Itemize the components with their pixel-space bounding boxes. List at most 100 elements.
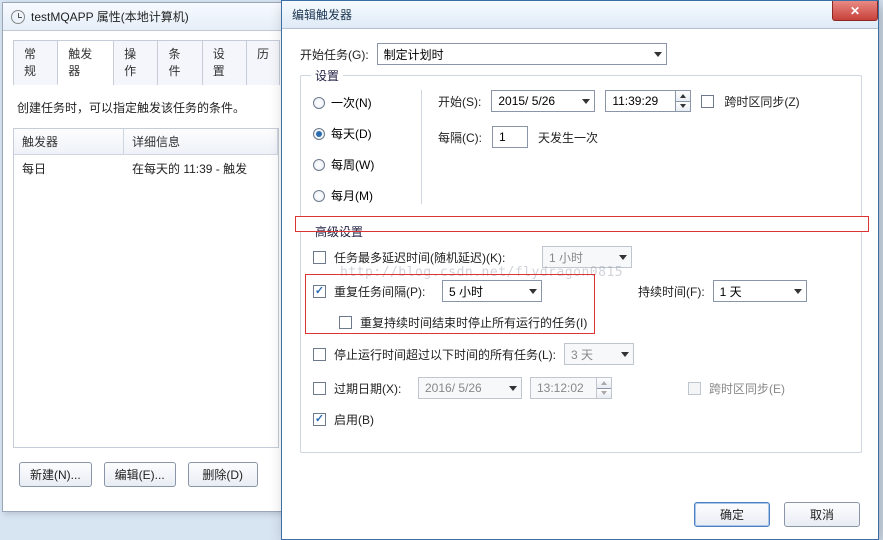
properties-title: testMQAPP 属性(本地计算机) xyxy=(31,8,189,25)
task-scheduler-icon xyxy=(11,10,25,24)
stop-longer-label: 停止运行时间超过以下时间的所有任务(L): xyxy=(334,346,556,363)
tab-history[interactable]: 历 xyxy=(246,40,280,85)
triggers-hint: 创建任务时，可以指定触发该任务的条件。 xyxy=(17,99,275,116)
settings-group-title: 设置 xyxy=(311,67,343,84)
spin-down[interactable] xyxy=(676,102,690,112)
col-trigger[interactable]: 触发器 xyxy=(14,129,124,154)
expire-checkbox[interactable] xyxy=(313,382,326,395)
triggers-list[interactable]: 触发器 详细信息 每日 在每天的 11:39 - 触发 xyxy=(13,128,279,448)
col-details[interactable]: 详细信息 xyxy=(124,129,278,154)
edit-trigger-titlebar[interactable]: 编辑触发器 ✕ xyxy=(282,1,878,29)
repeat-value: 5 小时 xyxy=(449,283,483,300)
chevron-down-icon xyxy=(601,391,607,395)
edit-trigger-title: 编辑触发器 xyxy=(292,6,352,23)
enabled-label: 启用(B) xyxy=(334,411,374,428)
table-row[interactable]: 每日 在每天的 11:39 - 触发 xyxy=(14,155,278,182)
edit-button[interactable]: 编辑(E)... xyxy=(104,462,176,487)
start-date-value: 2015/ 5/26 xyxy=(498,94,555,108)
repeat-label: 重复任务间隔(P): xyxy=(334,283,434,300)
properties-window: testMQAPP 属性(本地计算机) 常规 触发器 操作 条件 设置 历 创建… xyxy=(2,2,290,512)
expire-time-value: 13:12:02 xyxy=(530,377,596,399)
chevron-down-icon xyxy=(794,289,802,294)
stop-at-end-checkbox[interactable] xyxy=(339,316,352,329)
chevron-down-icon xyxy=(654,52,662,57)
radio-icon xyxy=(313,97,325,109)
cell-details: 在每天的 11:39 - 触发 xyxy=(124,160,278,177)
start-date-picker[interactable]: 2015/ 5/26 xyxy=(491,90,595,112)
new-button[interactable]: 新建(N)... xyxy=(19,462,92,487)
close-button[interactable]: ✕ xyxy=(832,1,878,21)
start-time-spinner[interactable]: 11:39:29 xyxy=(605,90,691,112)
radio-icon xyxy=(313,128,325,140)
rand-delay-checkbox[interactable] xyxy=(313,251,326,264)
every-suffix: 天发生一次 xyxy=(538,129,598,146)
chevron-down-icon xyxy=(529,289,537,294)
rand-delay-value: 1 小时 xyxy=(549,249,583,266)
chevron-down-icon xyxy=(582,99,590,104)
duration-value: 1 天 xyxy=(720,283,742,300)
expire-time-spinner: 13:12:02 xyxy=(530,377,612,399)
begin-task-dropdown[interactable]: 制定计划时 xyxy=(377,43,667,65)
duration-dropdown[interactable]: 1 天 xyxy=(713,280,807,302)
expire-date-picker: 2016/ 5/26 xyxy=(418,377,522,399)
close-icon: ✕ xyxy=(850,4,860,18)
tab-settings[interactable]: 设置 xyxy=(202,40,247,85)
tab-conditions[interactable]: 条件 xyxy=(157,40,202,85)
tab-general[interactable]: 常规 xyxy=(13,40,58,85)
delete-button[interactable]: 删除(D) xyxy=(188,462,258,487)
sync-tz-label: 跨时区同步(Z) xyxy=(724,93,799,110)
radio-monthly[interactable]: 每月(M) xyxy=(313,187,403,204)
spinner-buttons[interactable] xyxy=(675,90,691,112)
chevron-down-icon xyxy=(680,104,686,108)
ok-button[interactable]: 确定 xyxy=(694,502,770,527)
begin-task-value: 制定计划时 xyxy=(384,46,444,63)
expire-date-value: 2016/ 5/26 xyxy=(425,381,482,395)
settings-group: 设置 一次(N) 每天(D) 每周(W) xyxy=(300,75,862,217)
chevron-up-icon xyxy=(680,94,686,98)
radio-daily-label: 每天(D) xyxy=(331,125,372,142)
spinner-buttons xyxy=(596,377,612,399)
radio-weekly-label: 每周(W) xyxy=(331,156,374,173)
advanced-group: 高级设置 任务最多延迟时间(随机延迟)(K): 1 小时 重复任务间隔(P): … xyxy=(300,231,862,453)
enabled-checkbox[interactable] xyxy=(313,413,326,426)
cell-trigger: 每日 xyxy=(14,160,124,177)
edit-trigger-window: 编辑触发器 ✕ 开始任务(G): 制定计划时 设置 一次(N) xyxy=(281,0,879,540)
advanced-group-title: 高级设置 xyxy=(311,223,367,240)
list-header: 触发器 详细信息 xyxy=(14,129,278,155)
stop-longer-dropdown: 3 天 xyxy=(564,343,634,365)
rand-delay-dropdown: 1 小时 xyxy=(542,246,632,268)
sync-tz-checkbox[interactable] xyxy=(701,95,714,108)
expire-sync-label: 跨时区同步(E) xyxy=(709,380,785,397)
stop-longer-value: 3 天 xyxy=(571,346,593,363)
tab-actions[interactable]: 操作 xyxy=(113,40,158,85)
repeat-checkbox[interactable] xyxy=(313,285,326,298)
chevron-down-icon xyxy=(621,352,629,357)
start-time-value: 11:39:29 xyxy=(605,90,675,112)
begin-task-label: 开始任务(G): xyxy=(300,46,369,63)
radio-monthly-label: 每月(M) xyxy=(331,187,373,204)
cancel-button[interactable]: 取消 xyxy=(784,502,860,527)
chevron-down-icon xyxy=(619,255,627,260)
properties-titlebar[interactable]: testMQAPP 属性(本地计算机) xyxy=(3,3,289,31)
radio-once-label: 一次(N) xyxy=(331,94,372,111)
radio-once[interactable]: 一次(N) xyxy=(313,94,403,111)
expire-sync-checkbox xyxy=(688,382,701,395)
tab-triggers[interactable]: 触发器 xyxy=(57,40,114,85)
every-label: 每隔(C): xyxy=(438,129,482,146)
start-label: 开始(S): xyxy=(438,93,481,110)
spin-up[interactable] xyxy=(676,91,690,102)
duration-label: 持续时间(F): xyxy=(638,283,705,300)
chevron-up-icon xyxy=(601,381,607,385)
expire-label: 过期日期(X): xyxy=(334,380,410,397)
radio-weekly[interactable]: 每周(W) xyxy=(313,156,403,173)
rand-delay-label: 任务最多延迟时间(随机延迟)(K): xyxy=(334,249,534,266)
highlight-box-top xyxy=(295,216,869,232)
repeat-dropdown[interactable]: 5 小时 xyxy=(442,280,542,302)
every-input[interactable]: 1 xyxy=(492,126,528,148)
stop-longer-checkbox[interactable] xyxy=(313,348,326,361)
properties-tabs: 常规 触发器 操作 条件 设置 历 xyxy=(13,39,279,85)
chevron-down-icon xyxy=(509,386,517,391)
radio-icon xyxy=(313,190,325,202)
radio-icon xyxy=(313,159,325,171)
radio-daily[interactable]: 每天(D) xyxy=(313,125,403,142)
